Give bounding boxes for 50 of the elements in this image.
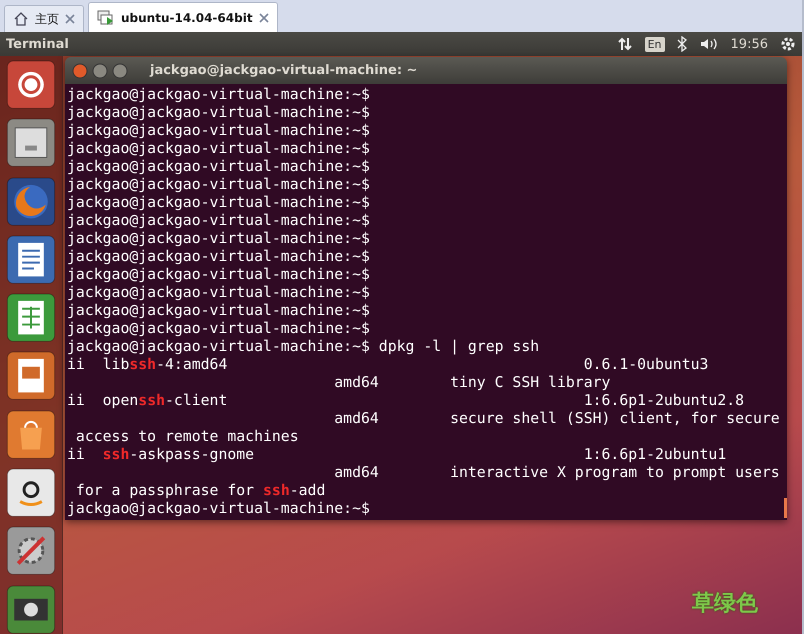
maximize-button[interactable] bbox=[112, 62, 128, 78]
document-icon[interactable] bbox=[6, 234, 56, 284]
close-icon[interactable] bbox=[65, 14, 75, 24]
globe-icon[interactable] bbox=[6, 176, 56, 226]
terminal-line: jackgao@jackgao-virtual-machine:~$ dpkg -l | grep ssh bbox=[67, 338, 540, 356]
close-button[interactable] bbox=[72, 62, 88, 78]
terminal-line: jackgao@jackgao-virtual-machine:~$ bbox=[67, 86, 370, 104]
minimize-button[interactable] bbox=[92, 62, 108, 78]
terminal-line: access to remote machines bbox=[74, 428, 299, 446]
terminal-line: jackgao@jackgao-virtual-machine:~$ bbox=[67, 122, 370, 140]
browser-tab[interactable]: 主页 bbox=[4, 5, 84, 32]
window-title: jackgao@jackgao-virtual-machine: ~ bbox=[150, 63, 418, 78]
terminal-line: ii openssh-client 1:6.6p1-2ubuntu2.8 bbox=[67, 392, 744, 410]
close-icon[interactable] bbox=[258, 12, 269, 22]
tab-label: ubuntu-14.04-64bit bbox=[121, 10, 253, 24]
terminal-line: jackgao@jackgao-virtual-machine:~$ bbox=[67, 284, 370, 302]
terminal-line: jackgao@jackgao-virtual-machine:~$ bbox=[67, 176, 370, 194]
tab-label: 主页 bbox=[35, 10, 59, 28]
clock[interactable]: 19:56 bbox=[730, 36, 768, 52]
browser-tab[interactable]: ubuntu-14.04-64bit bbox=[88, 2, 278, 32]
scrollbar bbox=[784, 498, 787, 518]
volume-icon[interactable] bbox=[698, 36, 719, 52]
network-arrows-icon[interactable] bbox=[616, 36, 633, 52]
terminal-line: jackgao@jackgao-virtual-machine:~$ bbox=[67, 140, 370, 158]
terminal-line: for a passphrase for ssh-add bbox=[74, 482, 326, 500]
terminal-line: ii libssh-4:amd64 0.6.1-0ubuntu3 bbox=[67, 356, 708, 374]
home-icon bbox=[13, 11, 29, 27]
app-title: Terminal bbox=[6, 36, 70, 52]
terminal-line: ii ssh-askpass-gnome 1:6.6p1-2ubuntu1 bbox=[67, 446, 726, 464]
terminal-line: jackgao@jackgao-virtual-machine:~$ bbox=[67, 320, 370, 338]
spreadsheet-icon[interactable] bbox=[6, 293, 56, 342]
terminal-line: jackgao@jackgao-virtual-machine:~$ bbox=[67, 302, 370, 320]
terminal-line: amd64 tiny C SSH library bbox=[333, 374, 610, 392]
terminal-line: jackgao@jackgao-virtual-machine:~$ bbox=[67, 230, 370, 248]
gear-icon[interactable] bbox=[780, 36, 796, 52]
terminal-line: jackgao@jackgao-virtual-machine:~$ bbox=[67, 158, 370, 176]
bluetooth-icon[interactable] bbox=[676, 36, 687, 52]
terminal-line: jackgao@jackgao-virtual-machine:~$ bbox=[67, 500, 370, 518]
virtual-machine-icon bbox=[97, 10, 115, 26]
terminal-line: jackgao@jackgao-virtual-machine:~$ bbox=[67, 104, 370, 122]
terminal-line: jackgao@jackgao-virtual-machine:~$ bbox=[67, 194, 370, 212]
annotation-text: 草绿色 bbox=[692, 590, 758, 618]
shopping-bag-icon[interactable] bbox=[6, 410, 56, 460]
terminal-line: jackgao@jackgao-virtual-machine:~$ bbox=[67, 266, 370, 284]
terminal-line: jackgao@jackgao-virtual-machine:~$ bbox=[67, 212, 370, 230]
presentation-icon[interactable] bbox=[6, 351, 56, 401]
terminal-line: amd64 secure shell (SSH) client, for secure bbox=[333, 410, 780, 428]
terminal-line: jackgao@jackgao-virtual-machine:~$ bbox=[67, 248, 370, 266]
keyboard-indicator[interactable]: En bbox=[644, 36, 665, 52]
terminal-line: amd64 interactive X program to prompt users bbox=[333, 464, 780, 482]
